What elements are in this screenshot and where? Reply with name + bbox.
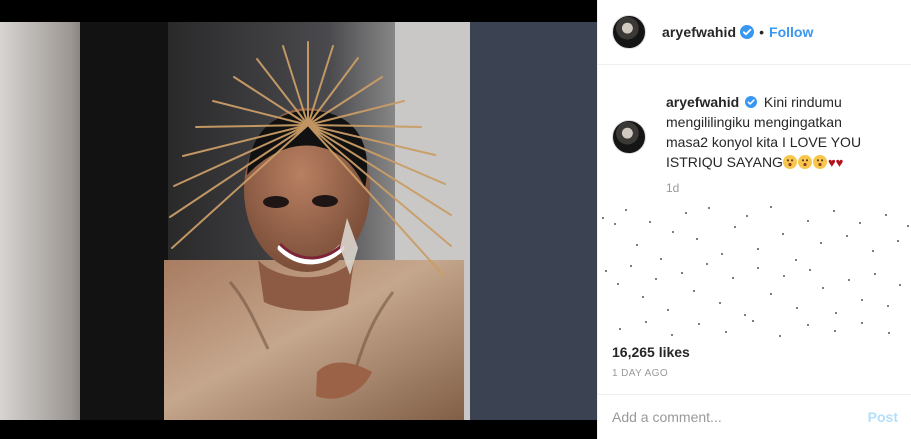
- post-header: aryefwahid • Follow: [598, 0, 911, 65]
- follow-link[interactable]: Follow: [769, 24, 813, 40]
- red-heart-icon: ♥♥: [827, 155, 844, 170]
- comment-area: aryefwahid Kini rindumu mengililingiku m…: [598, 66, 911, 348]
- comment-input[interactable]: [612, 409, 860, 425]
- header-username[interactable]: aryefwahid: [662, 24, 736, 40]
- verified-badge-icon: [740, 25, 755, 39]
- comment-box: Post: [598, 394, 911, 439]
- caption-avatar[interactable]: [612, 120, 646, 154]
- header-separator-dot: •: [759, 24, 765, 40]
- caption-username[interactable]: aryefwahid: [666, 94, 739, 110]
- instagram-post: aryefwahid • Follow aryefwahid Kini rind…: [0, 0, 911, 439]
- redacted-comments: [602, 206, 909, 337]
- astonished-face-icon: [797, 155, 812, 169]
- post-photo: [0, 22, 597, 420]
- like-count[interactable]: 16,265 likes: [612, 344, 690, 360]
- woman-with-golden-headpiece-image: [0, 22, 597, 420]
- post-comment-button[interactable]: Post: [868, 409, 898, 425]
- profile-avatar[interactable]: [612, 15, 646, 49]
- post-sidebar: aryefwahid • Follow aryefwahid Kini rind…: [597, 0, 911, 439]
- posted-time: 1 DAY AGO: [612, 368, 669, 379]
- astonished-face-icon: [812, 155, 827, 169]
- astonished-face-icon: [782, 155, 797, 169]
- verified-badge-icon: [745, 96, 758, 108]
- post-caption: aryefwahid Kini rindumu mengililingiku m…: [612, 92, 902, 173]
- caption-text: aryefwahid Kini rindumu mengililingiku m…: [666, 92, 886, 173]
